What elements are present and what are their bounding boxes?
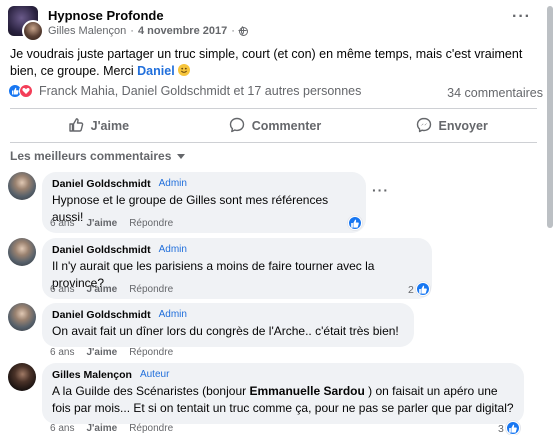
comment-item: Daniel Goldschmidt Admin Hypnose et le g… bbox=[8, 172, 538, 233]
admin-badge: Admin bbox=[158, 178, 187, 189]
group-name-link[interactable]: Hypnose Profonde bbox=[48, 8, 164, 23]
comment-like-link[interactable]: J'aime bbox=[86, 218, 117, 229]
comment-like-link[interactable]: J'aime bbox=[86, 423, 117, 434]
comment-meta: 6 ans J'aime Répondre bbox=[50, 347, 173, 358]
messenger-icon bbox=[416, 117, 432, 136]
comment-meta: 6 ans J'aime Répondre bbox=[50, 218, 173, 229]
comment-text-part: A la Guilde des Scénaristes (bonjour bbox=[52, 384, 250, 398]
comment-bubble: Daniel Goldschmidt Admin On avait fait u… bbox=[42, 303, 414, 347]
comment-like-link[interactable]: J'aime bbox=[86, 347, 117, 358]
comment-header: Gilles Malençon Auteur bbox=[52, 369, 514, 381]
like-reaction-icon[interactable] bbox=[416, 282, 430, 296]
thumbs-up-icon bbox=[68, 117, 84, 136]
comment-meta: 6 ans J'aime Répondre bbox=[50, 423, 173, 434]
like-reaction-icon[interactable] bbox=[348, 216, 362, 230]
post-actions: J'aime Commenter Envoyer bbox=[10, 114, 540, 138]
comment-options-icon[interactable]: ··· bbox=[372, 182, 389, 198]
facebook-post: Hypnose Profonde Gilles Malençon · 4 nov… bbox=[0, 0, 545, 435]
comment-header: Daniel Goldschmidt Admin bbox=[52, 178, 356, 190]
post-text: Je voudrais juste partager un truc simpl… bbox=[10, 47, 523, 78]
comment-reply-link[interactable]: Répondre bbox=[129, 284, 173, 295]
smiley-emoji-icon bbox=[178, 64, 191, 76]
mention-link[interactable]: Daniel bbox=[137, 64, 175, 78]
comment-reply-link[interactable]: Répondre bbox=[129, 218, 173, 229]
share-button-label: Envoyer bbox=[438, 119, 488, 133]
divider bbox=[10, 108, 537, 109]
comment-text: On avait fait un dîner lors du congrès d… bbox=[52, 324, 399, 338]
scrollbar[interactable] bbox=[545, 0, 555, 435]
share-button[interactable]: Envoyer bbox=[363, 114, 540, 138]
like-reaction-icon[interactable] bbox=[506, 421, 520, 435]
avatar[interactable] bbox=[8, 238, 36, 266]
reactions-summary[interactable]: Franck Mahia, Daniel Goldschmidt et 17 a… bbox=[8, 84, 361, 98]
best-comments-filter[interactable]: Les meilleurs commentaires bbox=[10, 149, 186, 163]
comment-item: Daniel Goldschmidt Admin On avait fait u… bbox=[8, 303, 538, 361]
comments-count-link[interactable]: 34 commentaires bbox=[447, 86, 543, 100]
comment-button[interactable]: Commenter bbox=[187, 114, 364, 138]
avatar[interactable] bbox=[8, 363, 36, 391]
more-options-icon[interactable]: ··· bbox=[512, 8, 531, 26]
comment-item: Daniel Goldschmidt Admin Il n'y aurait q… bbox=[8, 238, 538, 299]
chevron-down-icon bbox=[177, 153, 186, 159]
scrollbar-thumb[interactable] bbox=[547, 6, 553, 228]
comment-header: Daniel Goldschmidt Admin bbox=[52, 309, 404, 321]
like-button-label: J'aime bbox=[90, 119, 130, 133]
comment-author-link[interactable]: Daniel Goldschmidt bbox=[52, 244, 151, 256]
comment-author-link[interactable]: Daniel Goldschmidt bbox=[52, 309, 151, 321]
comment-time[interactable]: 6 ans bbox=[50, 347, 74, 358]
comment-bubble-icon bbox=[229, 117, 245, 136]
meta-separator: · bbox=[130, 25, 134, 37]
avatar[interactable] bbox=[8, 303, 36, 331]
divider bbox=[10, 142, 537, 143]
admin-badge: Admin bbox=[158, 309, 187, 320]
post-meta: Gilles Malençon · 4 novembre 2017 · bbox=[48, 25, 248, 37]
comment-like-link[interactable]: J'aime bbox=[86, 284, 117, 295]
comment-reply-link[interactable]: Répondre bbox=[129, 347, 173, 358]
comment-reply-link[interactable]: Répondre bbox=[129, 423, 173, 434]
comment-button-label: Commenter bbox=[251, 119, 322, 133]
comment-meta: 6 ans J'aime Répondre bbox=[50, 284, 173, 295]
globe-icon bbox=[238, 26, 248, 36]
comment-time[interactable]: 6 ans bbox=[50, 284, 74, 295]
meta-separator-2: · bbox=[231, 25, 235, 37]
author-badge: Auteur bbox=[139, 369, 170, 380]
author-link[interactable]: Gilles Malençon bbox=[48, 25, 126, 37]
comment-item: Gilles Malençon Auteur A la Guilde des S… bbox=[8, 363, 538, 435]
mention-link[interactable]: Emmanuelle Sardou bbox=[249, 384, 364, 398]
comment-author-link[interactable]: Gilles Malençon bbox=[52, 369, 132, 381]
avatar[interactable] bbox=[8, 172, 36, 200]
comment-reaction-count[interactable]: 2 bbox=[408, 284, 414, 296]
comment-time[interactable]: 6 ans bbox=[50, 218, 74, 229]
post-body: Je voudrais juste partager un truc simpl… bbox=[10, 46, 545, 80]
comment-bubble: Gilles Malençon Auteur A la Guilde des S… bbox=[42, 363, 524, 424]
comment-author-link[interactable]: Daniel Goldschmidt bbox=[52, 178, 151, 190]
comment-reaction-count[interactable]: 3 bbox=[498, 423, 504, 435]
comment-text: A la Guilde des Scénaristes (bonjour Emm… bbox=[52, 383, 514, 417]
comment-header: Daniel Goldschmidt Admin bbox=[52, 244, 422, 256]
comment-time[interactable]: 6 ans bbox=[50, 423, 74, 434]
author-avatar[interactable] bbox=[22, 20, 44, 42]
love-reaction-icon bbox=[19, 84, 33, 98]
best-comments-label: Les meilleurs commentaires bbox=[10, 149, 172, 163]
group-avatar[interactable] bbox=[8, 6, 44, 42]
like-button[interactable]: J'aime bbox=[10, 114, 187, 138]
post-date-link[interactable]: 4 novembre 2017 bbox=[138, 25, 227, 37]
admin-badge: Admin bbox=[158, 244, 187, 255]
reactions-names[interactable]: Franck Mahia, Daniel Goldschmidt et 17 a… bbox=[39, 84, 361, 98]
